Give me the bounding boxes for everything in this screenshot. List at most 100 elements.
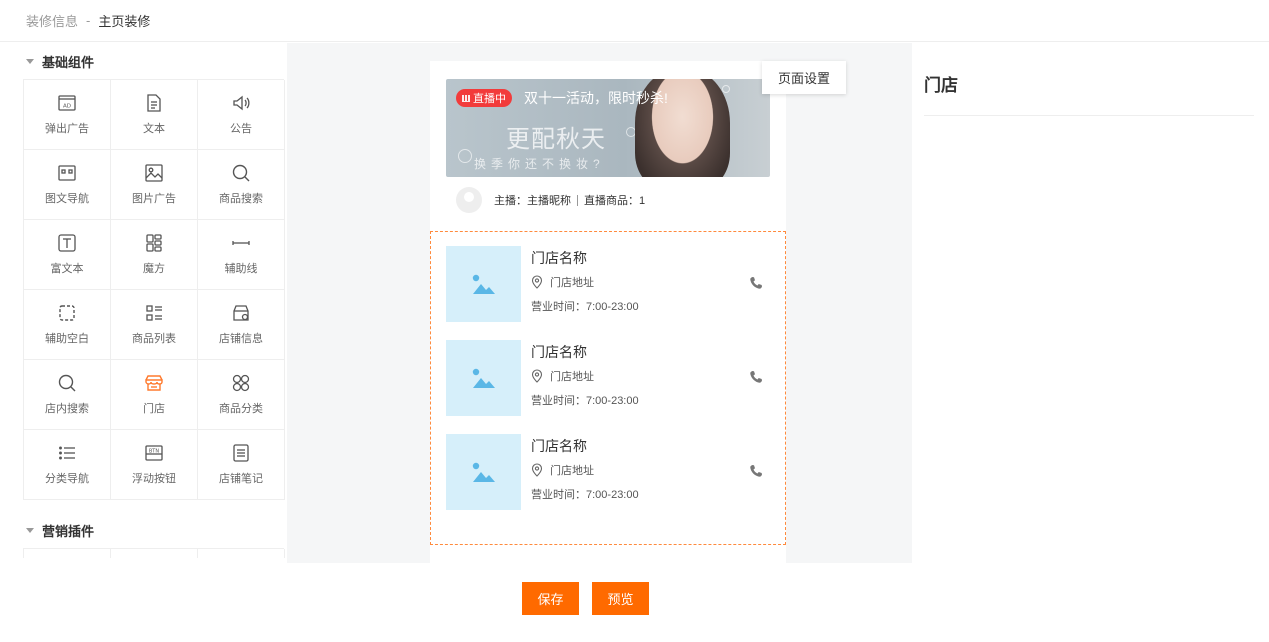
component-store[interactable]: 门店 — [111, 360, 198, 430]
component-label: 门店 — [143, 403, 165, 415]
location-pin-icon — [531, 275, 543, 289]
list-icon — [146, 305, 162, 321]
component-guide-line[interactable]: 辅助线 — [198, 220, 285, 290]
phone-preview: 更配秋天 换季你还不换妆? 直播中 双十一活动，限时秒杀! 主播：主播昵称 直播… — [430, 61, 786, 563]
image-placeholder-icon — [472, 462, 495, 482]
live-anchor-info: 主播：主播昵称 直播商品：1 — [456, 187, 645, 213]
store-address-text: 门店地址 — [550, 277, 594, 289]
live-badge: 直播中 — [456, 89, 512, 107]
banner-slogan: 更配秋天 — [506, 125, 606, 153]
live-goods-count: 直播商品：1 — [584, 195, 646, 207]
component-shop-note[interactable]: 店铺笔记 — [198, 430, 285, 500]
component-category-nav[interactable]: 分类导航 — [24, 430, 111, 500]
component-text[interactable]: 文本 — [111, 80, 198, 150]
component-magic-cube[interactable]: 魔方 — [111, 220, 198, 290]
component-popup-ad[interactable]: AD 弹出广告 — [24, 80, 111, 150]
breadcrumb-current: 主页装修 — [98, 14, 151, 29]
store-icon — [145, 375, 163, 391]
store-component[interactable]: 门店名称 门店地址 营业时间：7:00-23:00 门店名称 门店地址 营业时间… — [430, 231, 786, 545]
store-hours: 营业时间：7:00-23:00 — [531, 395, 639, 407]
component-product-list[interactable]: 商品列表 — [111, 290, 198, 360]
marketing-plugins-toggle[interactable]: 营销插件 — [0, 512, 287, 548]
breadcrumb: 装修信息 - 主页装修 — [0, 0, 1269, 42]
marketing-plugins-title: 营销插件 — [42, 523, 95, 539]
component-sidebar: 基础组件 AD 弹出广告 文本 公告 图文导航 图片广告 商品搜索 富文本 魔方… — [0, 43, 287, 563]
image-placeholder-icon — [472, 368, 495, 388]
store-thumbnail — [446, 246, 521, 322]
store-name: 门店名称 — [531, 344, 587, 360]
search-icon — [232, 164, 250, 182]
panel-title: 门店 — [924, 76, 958, 95]
component-product-search[interactable]: 商品搜索 — [198, 150, 285, 220]
live-banner[interactable]: 更配秋天 换季你还不换妆? 直播中 双十一活动，限时秒杀! — [446, 79, 770, 177]
anchor-name: 主播：主播昵称 — [494, 195, 571, 207]
phone-icon[interactable] — [749, 370, 763, 384]
settings-panel: 门店 — [912, 43, 1269, 563]
ad-icon: AD — [58, 95, 76, 111]
decoration-bubble — [722, 85, 730, 93]
store-item[interactable]: 门店名称 门店地址 营业时间：7:00-23:00 — [446, 434, 771, 510]
phone-icon[interactable] — [749, 276, 763, 290]
basic-components-title: 基础组件 — [42, 54, 95, 70]
component-label: 辅助线 — [224, 263, 258, 275]
component-label: 图片广告 — [132, 193, 176, 205]
preview-canvas: 更配秋天 换季你还不换妆? 直播中 双十一活动，限时秒杀! 主播：主播昵称 直播… — [287, 43, 912, 563]
component-shop-info[interactable]: 店铺信息 — [198, 290, 285, 360]
breadcrumb-parent[interactable]: 装修信息 — [26, 11, 78, 30]
menu-list-icon — [59, 446, 75, 460]
decoration-bubble — [458, 149, 472, 163]
component-label: 富文本 — [50, 263, 84, 275]
live-title: 双十一活动，限时秒杀! — [524, 90, 668, 106]
marketing-plugins-grid — [23, 548, 285, 558]
component-in-store-search[interactable]: 店内搜索 — [24, 360, 111, 430]
store-address-text: 门店地址 — [550, 465, 594, 477]
note-icon — [233, 444, 249, 462]
divider — [577, 194, 578, 206]
action-bar: 保存 预览 — [0, 563, 1269, 642]
speaker-icon — [233, 95, 250, 111]
location-pin-icon — [531, 369, 543, 383]
component-label: 店铺笔记 — [219, 473, 263, 485]
component-label: 文本 — [143, 123, 165, 135]
store-address-text: 门店地址 — [550, 371, 594, 383]
store-item[interactable]: 门店名称 门店地址 营业时间：7:00-23:00 — [446, 246, 771, 322]
store-address: 门店地址 — [531, 274, 594, 290]
caret-down-icon — [26, 58, 34, 64]
store-thumbnail — [446, 434, 521, 510]
component-label: 分类导航 — [45, 473, 89, 485]
component-label: 商品列表 — [132, 333, 176, 345]
store-item[interactable]: 门店名称 门店地址 营业时间：7:00-23:00 — [446, 340, 771, 416]
basic-components-grid: AD 弹出广告 文本 公告 图文导航 图片广告 商品搜索 富文本 魔方 辅助线 … — [23, 79, 285, 500]
store-address: 门店地址 — [531, 368, 594, 384]
page-settings-button[interactable]: 页面设置 — [762, 61, 846, 94]
component-label: 弹出广告 — [45, 123, 89, 135]
component-rich-text[interactable]: 富文本 — [24, 220, 111, 290]
image-placeholder-icon — [472, 274, 495, 294]
save-button[interactable]: 保存 — [522, 582, 579, 615]
component-float-button[interactable]: BTN 浮动按钮 — [111, 430, 198, 500]
component-label: 浮动按钮 — [132, 473, 176, 485]
svg-text:AD: AD — [63, 104, 71, 110]
component-image-nav[interactable]: 图文导航 — [24, 150, 111, 220]
image-icon — [145, 164, 163, 182]
banner-subslogan: 换季你还不换妆? — [474, 157, 605, 171]
shop-info-icon — [233, 305, 249, 321]
phone-icon[interactable] — [749, 464, 763, 478]
blank-icon — [59, 305, 75, 321]
component-notice[interactable]: 公告 — [198, 80, 285, 150]
component-label: 图文导航 — [45, 193, 89, 205]
component-label: 商品搜索 — [219, 193, 263, 205]
divider — [924, 115, 1254, 116]
component-image-ad[interactable]: 图片广告 — [111, 150, 198, 220]
live-badge-label: 直播中 — [473, 93, 506, 105]
component-label: 公告 — [230, 123, 252, 135]
line-icon — [232, 241, 250, 245]
component-label: 店内搜索 — [45, 403, 89, 415]
image-nav-icon — [58, 165, 76, 181]
preview-button[interactable]: 预览 — [592, 582, 649, 615]
component-product-category[interactable]: 商品分类 — [198, 360, 285, 430]
component-label: 魔方 — [143, 263, 165, 275]
component-blank-space[interactable]: 辅助空白 — [24, 290, 111, 360]
basic-components-toggle[interactable]: 基础组件 — [0, 43, 287, 79]
svg-text:BTN: BTN — [149, 449, 159, 455]
